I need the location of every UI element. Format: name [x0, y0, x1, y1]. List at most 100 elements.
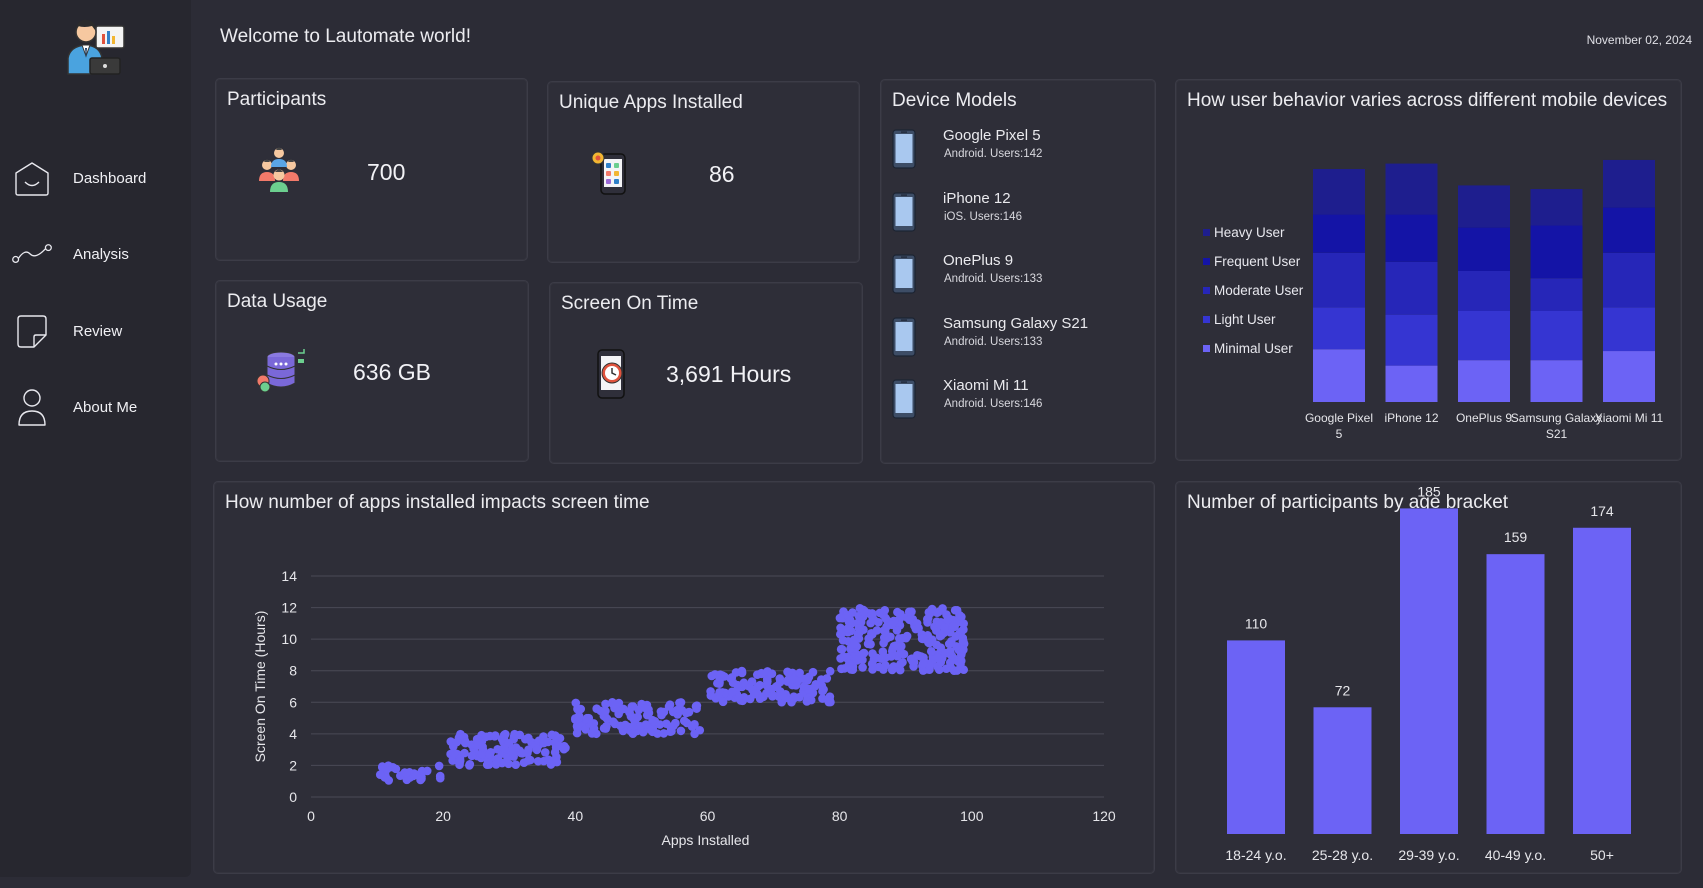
device-platform-users: Android. Users:133: [944, 335, 1043, 348]
x-tick-label: 25-28 y.o.: [1312, 847, 1373, 863]
person-icon: [12, 387, 52, 427]
x-tick-label: 20: [435, 808, 451, 824]
age-bar: [1227, 640, 1285, 834]
stacked-bar-segment: [1530, 278, 1583, 311]
x-tick-label: 40: [568, 808, 584, 824]
stacked-bar-segment: [1458, 227, 1510, 271]
scatter-point: [695, 725, 705, 735]
scatter-point: [936, 643, 946, 652]
scatter-point: [478, 742, 487, 752]
scatter-point: [481, 732, 491, 742]
sidebar-item-dashboard[interactable]: Dashboard: [12, 156, 182, 200]
device-name: iPhone 12: [943, 189, 1011, 207]
scatter-point: [592, 704, 601, 714]
x-tick-label: 29-39 y.o.: [1398, 847, 1459, 863]
stacked-bar-segment: [1385, 163, 1438, 215]
scatter-point: [559, 741, 569, 751]
card-title: Device Models: [892, 90, 1017, 111]
scatter-point: [543, 737, 553, 747]
sidebar-item-analysis[interactable]: Analysis: [12, 232, 182, 276]
scatter-point: [763, 677, 772, 686]
device-name: Samsung Galaxy S21: [943, 314, 1089, 332]
scatter-point: [780, 693, 790, 703]
sidebar-item-label: About Me: [73, 398, 138, 416]
scatter-point: [655, 720, 665, 729]
x-tick-label: 60: [700, 808, 716, 824]
scatter-point: [576, 704, 586, 714]
stacked-bar-chart: Google Pixel 5 iPhone 12 OnePlus 9Samsung G…: [1203, 159, 1664, 441]
scatter-point: [874, 617, 883, 627]
scatter-point: [726, 674, 735, 683]
scatter-point: [835, 613, 845, 623]
scatter-point: [417, 766, 427, 776]
scatter-point: [822, 674, 832, 683]
scatter-point: [887, 652, 896, 661]
scatter-point: [918, 659, 928, 669]
scatter-point: [715, 670, 725, 679]
scatter-point: [768, 692, 777, 701]
scatter-point: [589, 724, 599, 733]
scatter-point: [880, 605, 890, 615]
x-axis-label: Apps Installed: [662, 832, 750, 848]
scatter-point: [666, 722, 676, 732]
x-tick-label: 100: [960, 808, 984, 824]
y-tick-label: 0: [289, 789, 297, 805]
scatter-point: [818, 686, 827, 696]
stacked-bar-segment: [1313, 349, 1365, 402]
data-label: 110: [1245, 615, 1268, 631]
scatter-point: [877, 654, 886, 663]
scatter-point: [918, 634, 928, 644]
device-platform-users: Android. Users:133: [944, 273, 1043, 285]
scatter-point: [540, 748, 550, 757]
scatter-point: [837, 644, 847, 654]
scatter-point: [855, 604, 865, 613]
scatter-point: [858, 663, 867, 672]
device-platform-users: Android. Users:142: [944, 148, 1043, 160]
scatter-point: [490, 732, 500, 741]
device-platform-users: Android. Users:146: [944, 398, 1043, 410]
card-title: Unique Apps Installed: [559, 92, 743, 113]
x-tick-label: 18-24 y.o.: [1225, 847, 1286, 863]
device-item: OnePlus 9 Android. Users:133: [891, 250, 1131, 298]
scatter-point: [375, 770, 385, 780]
scatter-point: [843, 624, 853, 633]
scatter-point: [727, 687, 737, 697]
scatter-point: [949, 622, 958, 631]
scatter-point: [912, 651, 922, 660]
y-tick-label: 2: [289, 757, 297, 773]
scatter-point: [927, 604, 937, 614]
sidebar-item-label: Dashboard: [73, 169, 147, 187]
scatter-point: [460, 748, 469, 758]
scatter-point: [659, 729, 669, 738]
device-name: OnePlus 9: [943, 252, 1014, 269]
analyst-avatar-icon: [60, 12, 130, 78]
scatter-point: [616, 721, 625, 731]
scatter-point: [914, 623, 923, 633]
age-bar: [1573, 527, 1631, 834]
scatter-point: [938, 604, 947, 613]
device-behavior-chart-card: How user behavior varies across differen…: [1175, 79, 1682, 461]
scatter-point: [940, 623, 949, 632]
scatter-point: [657, 710, 666, 720]
scatter-point: [783, 668, 793, 677]
scatter-point: [755, 680, 765, 690]
scatter-point: [388, 762, 398, 772]
stacked-bar-segment: [1458, 185, 1510, 228]
x-tick-label: Google Pixel: [1305, 411, 1373, 425]
stacked-bar-segment: [1385, 314, 1438, 366]
scatter-point: [879, 633, 889, 643]
scatter-point: [675, 705, 685, 715]
screen-on-time-card: Screen On Time 3,691 Hours: [549, 282, 863, 464]
y-tick-label: 14: [281, 568, 297, 584]
scatter-point: [849, 639, 859, 649]
stacked-bar-segment: [1313, 307, 1365, 350]
x-tick-label: 120: [1092, 808, 1116, 824]
scatter-point: [532, 745, 542, 755]
stacked-bar-segment: [1458, 311, 1510, 361]
sidebar-item-about-me[interactable]: About Me: [12, 385, 182, 429]
unique-apps-card: Unique Apps Installed 86: [547, 81, 860, 263]
home-icon: [12, 158, 52, 198]
sidebar-item-review[interactable]: Review: [12, 309, 182, 353]
y-tick-label: 10: [281, 631, 297, 647]
phone-apps-icon: [590, 150, 630, 201]
